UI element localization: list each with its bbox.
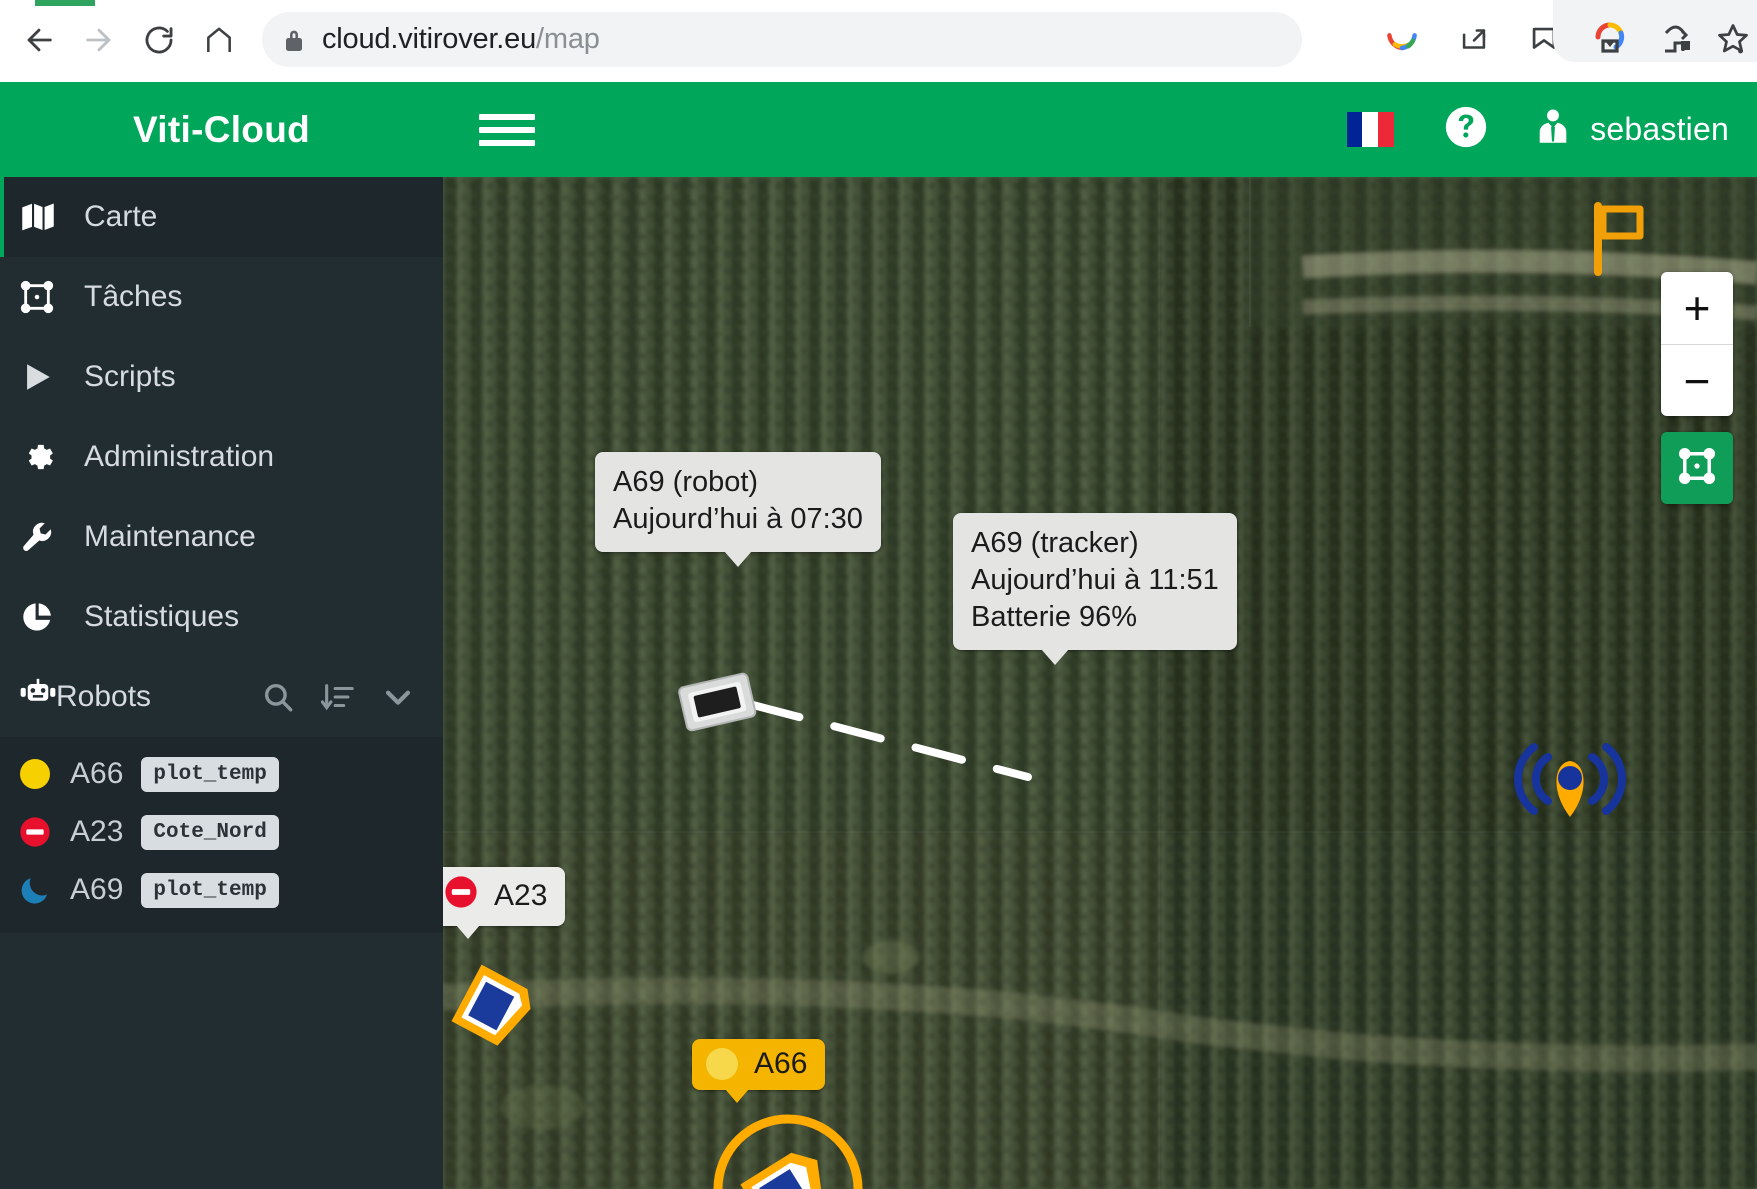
sidebar-item-label: Administration <box>84 440 275 473</box>
zoom-in-button[interactable]: + <box>1661 272 1733 344</box>
sidebar-item-label: Robots <box>56 680 152 713</box>
profile-avatar-icon[interactable] <box>1583 12 1637 66</box>
popup-tail <box>723 551 752 568</box>
no-entry-icon <box>444 875 478 917</box>
marker-label-text: A23 <box>494 879 548 912</box>
map-icon <box>20 199 72 235</box>
a66-marker[interactable] <box>688 1102 888 1189</box>
sidebar-item-label: Statistiques <box>84 600 240 633</box>
robot-tag: Cote_Nord <box>141 814 279 850</box>
a69-tracker-marker[interactable] <box>1506 737 1634 828</box>
robot-name: A23 <box>70 815 124 848</box>
popup-line: A69 (tracker) <box>971 527 1139 559</box>
sort-icon[interactable] <box>321 680 355 714</box>
robot-tag: plot_temp <box>141 872 279 908</box>
brand-logo[interactable]: Viti-Cloud <box>0 82 443 177</box>
polygon-vertex-icon <box>1676 445 1718 492</box>
app-header: sebastien <box>443 82 1757 177</box>
no-entry-icon <box>18 815 52 849</box>
orange-flag-icon <box>1594 202 1644 276</box>
extensions-icon[interactable] <box>1647 12 1701 66</box>
lock-icon <box>282 26 306 54</box>
language-button[interactable] <box>1322 112 1418 147</box>
yellow-dot-icon <box>18 757 52 791</box>
popup-tail <box>725 1089 750 1103</box>
robot-list: A66 plot_temp A23 Cote_Nord A69 plot_tem… <box>0 737 443 933</box>
url-path: /map <box>536 23 600 55</box>
popup-a69-tracker[interactable]: A69 (tracker) Aujourd’hui à 11:51 Batter… <box>953 513 1237 666</box>
sidebar-item-carte[interactable]: Carte <box>0 177 443 257</box>
a23-marker[interactable] <box>443 947 553 1072</box>
popup-tail <box>456 925 480 939</box>
sidebar-item-administration[interactable]: Administration <box>0 417 443 497</box>
a69-robot-marker[interactable] <box>668 662 766 745</box>
sidebar-item-scripts[interactable]: Scripts <box>0 337 443 417</box>
popup-line: Aujourd’hui à 07:30 <box>613 503 863 536</box>
chevron-down-icon[interactable] <box>381 680 415 714</box>
user-menu[interactable]: sebastien <box>1514 106 1729 153</box>
popup-line: Batterie 96% <box>971 601 1138 634</box>
draw-zone-button[interactable] <box>1661 432 1733 504</box>
zoom-out-button[interactable]: − <box>1661 344 1733 416</box>
user-tie-icon <box>1532 106 1574 153</box>
list-item[interactable]: A69 plot_temp <box>0 861 443 919</box>
map-canvas[interactable]: A69 (robot) Aujourd’hui à 07:30 A69 (tra… <box>443 177 1757 1189</box>
yellow-dot-icon <box>706 1048 738 1080</box>
robots-toolbar <box>261 657 415 737</box>
home-button[interactable] <box>192 13 246 67</box>
address-bar[interactable]: cloud.vitirover.eu/map <box>262 12 1302 67</box>
forward-button[interactable] <box>72 13 126 67</box>
robot-name: A66 <box>70 757 124 790</box>
moon-icon <box>18 873 52 907</box>
url-host: cloud.vitirover.eu <box>322 23 537 55</box>
header-actions: sebastien <box>1322 82 1729 177</box>
sidebar-item-label: Carte <box>84 200 158 233</box>
search-icon[interactable] <box>261 680 295 714</box>
google-lens-icon[interactable] <box>1375 12 1429 66</box>
popup-line: A69 (robot) <box>613 466 759 498</box>
pie-chart-icon <box>20 600 72 634</box>
gear-icon <box>20 440 72 474</box>
browser-chrome: cloud.vitirover.eu/map <box>0 0 1757 82</box>
reload-button[interactable] <box>132 13 186 67</box>
french-flag-icon <box>1346 112 1394 147</box>
list-item[interactable]: A23 Cote_Nord <box>0 803 443 861</box>
address-bar-text: cloud.vitirover.eu/map <box>322 23 600 56</box>
zoom-controls: + − <box>1661 272 1733 416</box>
marker-label-text: A66 <box>754 1047 808 1080</box>
popup-a69-robot[interactable]: A69 (robot) Aujourd’hui à 07:30 <box>595 452 881 568</box>
sidebar-item-label: Scripts <box>84 360 176 393</box>
app-shell: Viti-Cloud Carte Tâches Scripts Administ… <box>0 82 1757 1189</box>
flag-marker[interactable] <box>1588 202 1648 282</box>
popup-tail <box>1041 649 1069 666</box>
sidebar-item-label: Tâches <box>84 280 183 313</box>
star-bookmark-icon[interactable] <box>1706 12 1757 66</box>
marker-label-a23[interactable]: A23 <box>443 867 566 939</box>
hamburger-icon[interactable] <box>479 102 535 158</box>
help-circle-icon <box>1444 105 1488 154</box>
help-button[interactable] <box>1418 105 1514 154</box>
brand-title: Viti-Cloud <box>132 108 310 150</box>
sidebar-item-robots[interactable]: Robots <box>0 657 443 737</box>
wrench-icon <box>20 520 72 554</box>
sidebar-item-label: Maintenance <box>84 520 256 553</box>
satellite-imagery <box>443 177 1757 1189</box>
polygon-vertex-icon <box>20 280 72 314</box>
share-icon[interactable] <box>1447 12 1501 66</box>
robot-name: A69 <box>70 873 124 906</box>
sidebar-item-maintenance[interactable]: Maintenance <box>0 497 443 577</box>
marker-label-a66[interactable]: A66 <box>692 1039 826 1103</box>
list-item[interactable]: A66 plot_temp <box>0 745 443 803</box>
robot-icon <box>20 678 56 716</box>
sidebar-item-statistiques[interactable]: Statistiques <box>0 577 443 657</box>
sidebar-item-taches[interactable]: Tâches <box>0 257 443 337</box>
popup-line: Aujourd’hui à 11:51 <box>971 564 1219 597</box>
user-name: sebastien <box>1590 111 1729 147</box>
robot-tag: plot_temp <box>141 756 279 792</box>
back-button[interactable] <box>12 13 66 67</box>
sidebar: Viti-Cloud Carte Tâches Scripts Administ… <box>0 82 443 1189</box>
play-icon <box>20 360 72 394</box>
